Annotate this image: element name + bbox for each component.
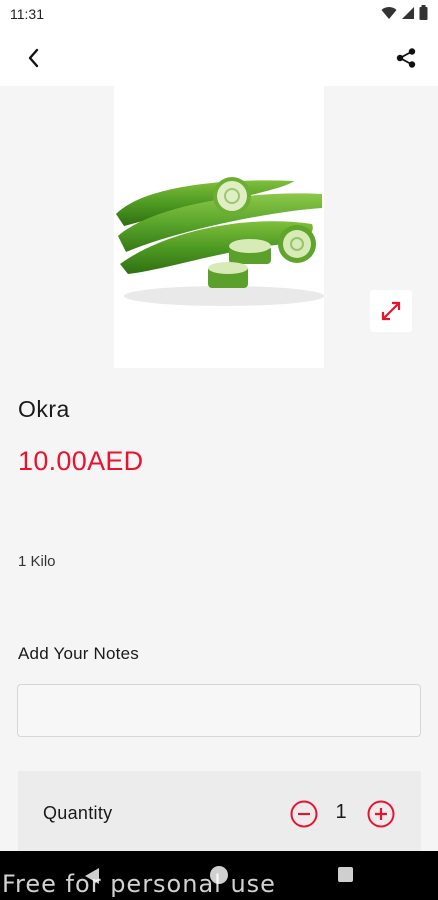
quantity-increase-button[interactable] [367,800,395,828]
back-button[interactable] [18,42,50,74]
expand-image-button[interactable] [370,290,412,332]
share-icon [396,48,416,68]
quantity-label: Quantity [43,803,113,823]
product-image-area [0,86,438,368]
quantity-value: 1 [335,801,347,823]
notes-input[interactable] [17,684,421,737]
status-bar: 11:31 [0,0,438,28]
product-name: Okra [18,396,70,422]
quantity-panel: Quantity 1 [18,771,421,851]
status-icons [381,5,428,20]
status-time: 11:31 [10,6,44,22]
share-button[interactable] [390,42,422,74]
nav-recent-icon[interactable] [338,867,353,882]
wifi-icon [381,6,397,19]
product-price: 10.00AED [18,446,144,476]
app-bar [0,28,438,86]
notes-label: Add Your Notes [18,644,139,663]
quantity-decrease-button[interactable] [290,800,318,828]
signal-icon [402,6,414,19]
plus-circle-icon [367,800,395,828]
chevron-left-icon [28,48,39,68]
product-unit: 1 Kilo [18,553,56,570]
minus-circle-icon [290,800,318,828]
product-image[interactable] [114,86,324,368]
battery-icon [419,5,428,20]
expand-icon [381,301,401,321]
watermark: Free for personal use [2,870,276,898]
okra-photo [114,86,324,368]
